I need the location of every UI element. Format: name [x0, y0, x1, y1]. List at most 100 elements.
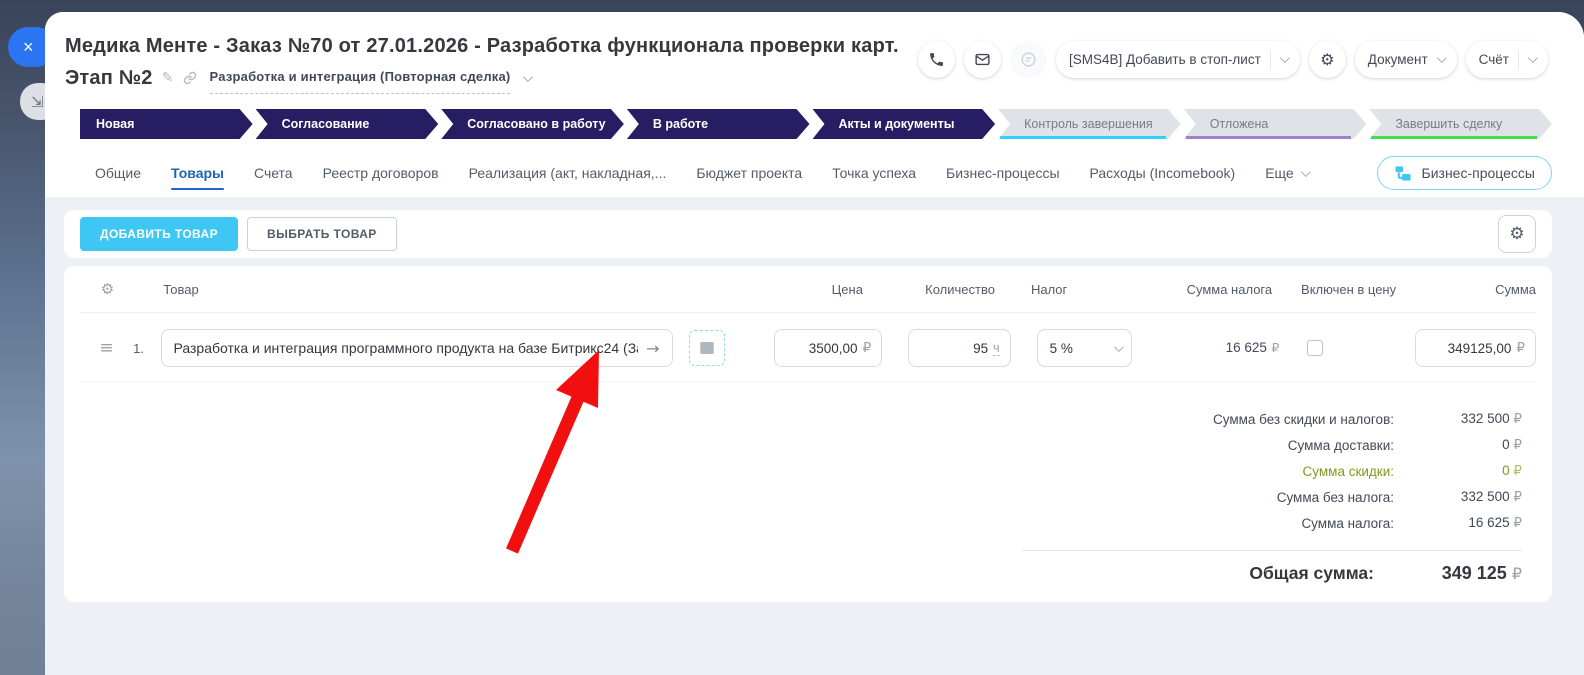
stage-otlozhena[interactable]: Отложена [1184, 109, 1367, 139]
chat-bubble-icon [1020, 51, 1037, 68]
stage-label: Завершить сделку [1395, 117, 1502, 131]
header-actions: [SMS4B] Добавить в стоп-лист ⚙ Документ … [918, 41, 1548, 78]
total-label: Сумма без налога: [1022, 490, 1394, 505]
business-processes-button[interactable]: Бизнес-процессы [1377, 156, 1552, 190]
quantity-unit[interactable]: ч [993, 341, 1000, 356]
stage-v-rabote[interactable]: В работе [627, 109, 810, 139]
totals-block: Сумма без скидки и налогов: 332 500 ₽ Су… [1022, 406, 1522, 584]
total-line-delivery: Сумма доставки: 0 ₽ [1022, 432, 1522, 458]
open-product-arrow-icon[interactable]: → [646, 339, 659, 358]
totals-divider [1022, 550, 1522, 551]
tab-scheta[interactable]: Счета [254, 152, 293, 194]
product-name-input[interactable]: Разработка и интеграция программного про… [161, 329, 673, 367]
document-button[interactable]: Документ [1355, 41, 1457, 78]
ruble-sign: ₽ [1513, 489, 1522, 505]
ruble-sign: ₽ [1513, 463, 1522, 479]
stage-soglasovanie[interactable]: Согласование [256, 109, 439, 139]
table-row: ≡ 1. Разработка и интеграция программног… [80, 313, 1536, 382]
email-button[interactable] [964, 41, 1001, 78]
chat-button[interactable] [1010, 41, 1047, 78]
sum-value: 349125,00 [1448, 341, 1512, 356]
ruble-sign: ₽ [1516, 340, 1525, 356]
settings-button[interactable]: ⚙ [1309, 41, 1346, 78]
ruble-sign: ₽ [1512, 564, 1522, 583]
edit-title-icon[interactable]: ✎ [162, 64, 174, 93]
table-header-row: ⚙ Товар Цена Количество Налог Сумма нало… [80, 266, 1536, 313]
tab-tovary[interactable]: Товары [171, 152, 224, 194]
tab-more-label: Еще [1265, 165, 1294, 181]
column-price: Цена [751, 282, 863, 297]
products-table: ⚙ Товар Цена Количество Налог Сумма нало… [64, 266, 1552, 602]
sms-stoplist-button[interactable]: [SMS4B] Добавить в стоп-лист [1056, 41, 1300, 78]
chevron-down-icon [1280, 53, 1290, 63]
tab-tochka-uspekha[interactable]: Точка успеха [832, 152, 916, 194]
total-line-tax: Сумма налога: 16 625 ₽ [1022, 510, 1522, 536]
column-tax: Налог [1021, 282, 1120, 297]
tab-byudzhet-proekta[interactable]: Бюджет проекта [696, 152, 802, 194]
stage-label: Контроль завершения [1024, 117, 1153, 131]
dock-corner-icon: ⇲ [31, 93, 44, 111]
total-line-subtotal: Сумма без скидки и налогов: 332 500 ₽ [1022, 406, 1522, 432]
total-line-without-tax: Сумма без налога: 332 500 ₽ [1022, 484, 1522, 510]
column-sum: Сумма [1411, 282, 1536, 297]
select-product-button[interactable]: ВЫБРАТЬ ТОВАР [247, 217, 397, 251]
grand-total-label: Общая сумма: [1022, 563, 1374, 584]
stage-soglasovano-v-rabotu[interactable]: Согласовано в работу [441, 109, 624, 139]
stage-akty-i-dokumenty[interactable]: Акты и документы [813, 109, 996, 139]
flowchart-icon [1394, 165, 1413, 182]
quantity-value: 95 [973, 341, 988, 356]
total-value: 332 500 [1461, 411, 1510, 426]
document-label: Документ [1368, 52, 1428, 67]
product-name-value: Разработка и интеграция программного про… [174, 340, 639, 356]
tab-obshchie[interactable]: Общие [95, 152, 141, 194]
column-included-in-price: Включен в цену [1286, 282, 1411, 297]
stage-label: Новая [96, 117, 134, 131]
grand-total-value: 349 125 [1442, 563, 1507, 583]
stage-novaya[interactable]: Новая [80, 109, 253, 139]
tab-raskhody-incomebook[interactable]: Расходы (Incomebook) [1090, 152, 1236, 194]
add-product-button[interactable]: ДОБАВИТЬ ТОВАР [80, 217, 238, 251]
pipeline-selector[interactable]: Разработка и интеграция (Повторная сделк… [210, 62, 511, 94]
drag-handle-icon[interactable]: ≡ [99, 338, 113, 358]
divider [1270, 50, 1271, 70]
stage-label: Согласование [282, 117, 370, 131]
call-button[interactable] [918, 41, 955, 78]
total-value: 332 500 [1461, 489, 1510, 504]
deal-title-line1: Медика Менте - Заказ №70 от 27.01.2026 -… [65, 32, 1025, 61]
price-value: 3500,00 [809, 341, 858, 356]
tab-more[interactable]: Еще [1265, 152, 1308, 194]
chevron-down-icon [1301, 167, 1311, 177]
tax-included-checkbox[interactable] [1307, 340, 1323, 356]
stage-label: Акты и документы [839, 117, 955, 131]
tax-select[interactable]: 5 % [1037, 329, 1132, 367]
phone-icon [928, 51, 945, 68]
chevron-down-icon [1528, 53, 1538, 63]
grand-total-line: Общая сумма: 349 125 ₽ [1022, 563, 1522, 584]
tab-reestr-dogovorov[interactable]: Реестр договоров [323, 152, 439, 194]
ruble-sign: ₽ [863, 340, 872, 356]
tab-realizatsiya[interactable]: Реализация (акт, накладная,... [469, 152, 667, 194]
business-processes-label: Бизнес-процессы [1422, 165, 1535, 181]
price-input[interactable]: 3500,00 ₽ [774, 329, 882, 367]
invoice-button[interactable]: Счёт [1466, 41, 1548, 78]
table-settings-button[interactable]: ⚙ [1498, 215, 1536, 253]
sum-input[interactable]: 349125,00 ₽ [1415, 329, 1536, 367]
tab-biznes-protsessy[interactable]: Бизнес-процессы [946, 152, 1059, 194]
sms-stoplist-label: [SMS4B] Добавить в стоп-лист [1069, 52, 1261, 67]
total-line-discount: Сумма скидки: 0 ₽ [1022, 458, 1522, 484]
product-image-placeholder[interactable] [689, 330, 725, 366]
row-index: 1. [133, 341, 160, 356]
tax-value: 5 % [1050, 341, 1073, 356]
copy-link-icon[interactable] [183, 71, 197, 85]
close-icon: × [23, 37, 34, 58]
quantity-input[interactable]: 95 ч [908, 329, 1010, 367]
column-settings-gear-icon[interactable]: ⚙ [101, 280, 114, 298]
column-quantity: Количество [889, 282, 995, 297]
total-label: Сумма доставки: [1022, 438, 1394, 453]
total-value: 16 625 [1468, 515, 1509, 530]
deal-header: Медика Менте - Заказ №70 от 27.01.2026 -… [45, 12, 1584, 197]
ruble-sign: ₽ [1513, 515, 1522, 531]
stage-zavershit-sdelku[interactable]: Завершить сделку [1369, 109, 1552, 139]
deal-slider-panel: Медика Менте - Заказ №70 от 27.01.2026 -… [45, 12, 1584, 675]
stage-kontrol-zaversheniya[interactable]: Контроль завершения [998, 109, 1181, 139]
